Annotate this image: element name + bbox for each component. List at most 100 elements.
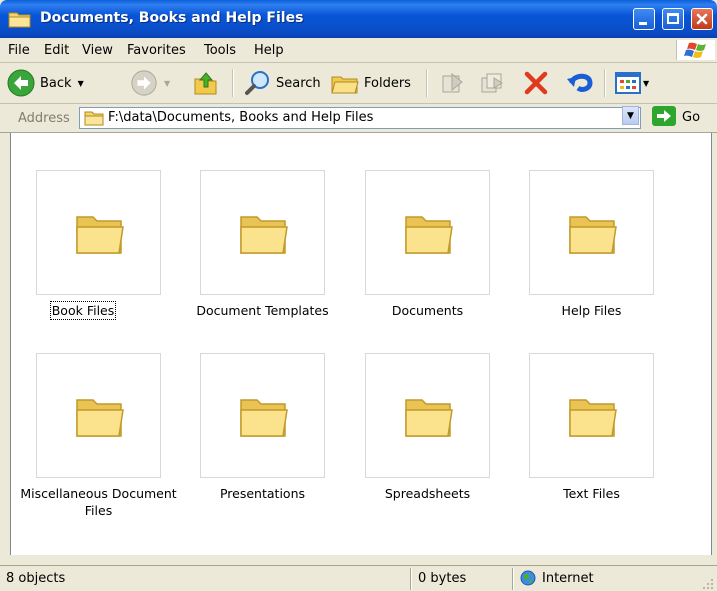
menu-edit[interactable]: Edit	[44, 43, 69, 58]
folder-icon	[405, 216, 453, 254]
close-button[interactable]	[691, 8, 713, 30]
resize-grip-icon[interactable]	[702, 578, 714, 590]
address-value: F:\data\Documents, Books and Help Files	[108, 110, 374, 125]
folder-icon	[84, 111, 104, 126]
folder-name: Spreadsheets	[384, 486, 471, 501]
move-to-icon	[442, 72, 463, 93]
copy-to-icon	[481, 73, 503, 93]
back-button[interactable]: Back ▼	[6, 63, 84, 103]
folder-icon	[240, 216, 288, 254]
views-button[interactable]: ▼	[614, 63, 649, 103]
folder-name: Documents	[391, 303, 464, 318]
move-to-button[interactable]	[440, 63, 466, 103]
maximize-button[interactable]	[662, 8, 684, 30]
status-divider	[512, 568, 514, 590]
undo-button[interactable]	[566, 63, 596, 103]
folder-thumbnail	[200, 353, 325, 478]
title-bar[interactable]: Documents, Books and Help Files	[0, 0, 717, 38]
window-title: Documents, Books and Help Files	[40, 10, 304, 26]
up-folder-icon	[194, 72, 217, 95]
folder-thumbnail	[365, 353, 490, 478]
search-button[interactable]: Search	[244, 63, 321, 103]
chevron-down-icon[interactable]: ▼	[643, 79, 649, 88]
folder-icon	[240, 399, 288, 437]
folder-name: Text Files	[563, 486, 620, 501]
explorer-window: Documents, Books and Help Files File Edi…	[0, 0, 717, 591]
status-bar: 8 objects 0 bytes Internet	[0, 565, 717, 591]
address-label: Address	[18, 111, 70, 126]
folder-view: Book Files Document Templates Documents	[10, 133, 712, 555]
folder-item[interactable]: Presentations	[180, 353, 330, 523]
folder-item[interactable]: Help Files	[509, 170, 659, 340]
folder-name: Miscellaneous Document Files	[20, 486, 177, 518]
folder-item[interactable]: Document Templates	[180, 170, 330, 340]
folder-name: Presentations	[219, 486, 306, 501]
go-arrow-icon	[657, 110, 671, 122]
folder-thumbnail	[36, 353, 161, 478]
folder-thumbnail	[36, 170, 161, 295]
folder-icon	[569, 216, 617, 254]
windows-flag-icon	[684, 42, 706, 58]
folder-name: Help Files	[561, 303, 622, 318]
folder-icon	[76, 399, 124, 437]
undo-icon	[567, 73, 593, 92]
toolbar-separator	[426, 69, 428, 97]
search-icon	[245, 71, 269, 95]
globe-icon	[520, 570, 536, 586]
go-label[interactable]: Go	[682, 110, 700, 125]
folder-name: Book Files	[50, 301, 116, 320]
folder-icon	[405, 399, 453, 437]
folders-button[interactable]: Folders	[330, 63, 411, 103]
folder-name: Document Templates	[196, 303, 329, 318]
maximize-icon	[667, 13, 679, 24]
address-input[interactable]: F:\data\Documents, Books and Help Files	[79, 107, 641, 129]
folder-item[interactable]: Documents	[345, 170, 495, 340]
menu-favorites[interactable]: Favorites	[127, 43, 186, 58]
address-bar: Address F:\data\Documents, Books and Hel…	[0, 104, 717, 133]
delete-x-icon	[524, 71, 548, 95]
minimize-icon	[639, 22, 647, 25]
folder-item[interactable]: Book Files	[16, 170, 166, 340]
menu-bar: File Edit View Favorites Tools Help	[0, 38, 717, 63]
toolbar: Back ▼ ▼ Search Folders ▼	[0, 63, 717, 104]
toolbar-separator	[604, 69, 606, 97]
windows-logo	[676, 40, 715, 60]
go-button[interactable]	[652, 106, 676, 126]
up-folder-button[interactable]	[192, 63, 220, 103]
menu-help[interactable]: Help	[254, 43, 284, 58]
forward-button[interactable]: ▼	[130, 63, 170, 103]
close-icon	[696, 13, 708, 25]
folder-icon	[569, 399, 617, 437]
address-dropdown-button[interactable]: ▼	[622, 106, 639, 125]
forward-arrow-icon	[131, 70, 157, 96]
folder-thumbnail	[529, 353, 654, 478]
folder-icon	[76, 216, 124, 254]
folder-item[interactable]: Spreadsheets	[345, 353, 495, 523]
chevron-down-icon[interactable]: ▼	[164, 79, 170, 88]
folder-thumbnail	[365, 170, 490, 295]
chevron-down-icon[interactable]: ▼	[78, 79, 84, 88]
folder-icon	[8, 12, 31, 28]
security-zone: Internet	[542, 571, 594, 586]
folder-thumbnail	[529, 170, 654, 295]
menu-tools[interactable]: Tools	[204, 43, 236, 58]
folder-thumbnail	[200, 170, 325, 295]
folder-item[interactable]: Text Files	[509, 353, 659, 523]
back-label: Back	[40, 75, 72, 91]
search-label: Search	[276, 75, 321, 91]
chevron-down-icon: ▼	[627, 111, 634, 121]
total-size: 0 bytes	[418, 571, 467, 586]
folder-item[interactable]: Miscellaneous Document Files	[16, 353, 177, 523]
menu-view[interactable]: View	[82, 43, 113, 58]
toolbar-separator	[232, 69, 234, 97]
menu-file[interactable]: File	[8, 43, 30, 58]
minimize-button[interactable]	[633, 8, 655, 30]
views-icon	[615, 72, 641, 94]
status-divider	[410, 568, 412, 590]
delete-button[interactable]	[522, 63, 550, 103]
back-arrow-icon	[7, 69, 35, 97]
folders-icon	[331, 76, 359, 94]
folders-label: Folders	[364, 75, 411, 91]
copy-to-button[interactable]	[480, 63, 506, 103]
object-count: 8 objects	[6, 571, 66, 586]
